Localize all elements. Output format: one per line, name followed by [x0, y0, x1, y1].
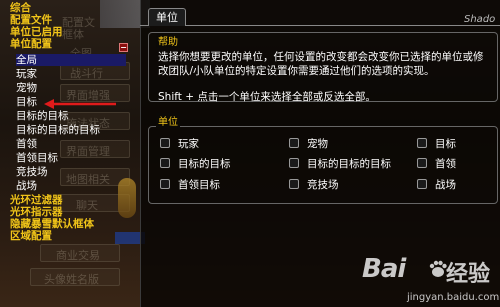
unit-option-pet[interactable]: 宠物: [289, 137, 328, 150]
paw-icon: [429, 260, 447, 277]
checkbox[interactable]: [417, 158, 427, 168]
checkbox[interactable]: [289, 179, 299, 189]
tree-item-target-of-target-of-target[interactable]: 目标的目标的目标: [16, 124, 100, 136]
config-tree: 综合 配置文件 单位已启用 单位配置 − 全局 玩家 宠物 目标 目标的目标 目…: [0, 0, 134, 250]
option-label: 目标: [435, 137, 456, 150]
tree-item-target[interactable]: 目标: [16, 96, 37, 108]
tree-item-battleground[interactable]: 战场: [16, 180, 37, 192]
tree-item-boss-target[interactable]: 首领目标: [16, 152, 58, 164]
tree-category-general[interactable]: 综合: [10, 2, 31, 14]
tree-item-target-of-target[interactable]: 目标的目标: [16, 110, 69, 122]
checkbox[interactable]: [160, 179, 170, 189]
option-label: 首领目标: [178, 178, 220, 191]
shift-hint: Shift + 点击一个单位来选择全部或反选全部。: [158, 91, 376, 103]
tree-category-profiles[interactable]: 配置文件: [10, 14, 52, 26]
option-label: 战场: [435, 178, 456, 191]
tree-category-units-enabled[interactable]: 单位已启用: [10, 26, 63, 38]
checkbox[interactable]: [160, 158, 170, 168]
checkbox[interactable]: [289, 138, 299, 148]
unit-option-arena[interactable]: 竞技场: [289, 178, 339, 191]
tree-category-zone-config[interactable]: 区域配置: [10, 230, 52, 242]
checkbox[interactable]: [289, 158, 299, 168]
option-label: 玩家: [178, 137, 199, 150]
tab-units[interactable]: 单位: [148, 8, 186, 26]
watermark-logo: Bai: [362, 254, 406, 284]
tree-item-global[interactable]: 全局: [16, 54, 126, 66]
corner-label: Shado: [464, 14, 496, 25]
tree-item-boss[interactable]: 首领: [16, 138, 37, 150]
option-label: 首领: [435, 157, 456, 170]
tree-category-aura-filters[interactable]: 光环过滤器: [10, 194, 63, 206]
help-title: 帮助: [156, 33, 180, 48]
option-label: 目标的目标的目标: [307, 157, 391, 170]
unit-option-target[interactable]: 目标: [417, 137, 456, 150]
tree-item-pet[interactable]: 宠物: [16, 82, 37, 94]
option-label: 竞技场: [307, 178, 339, 191]
checkbox[interactable]: [417, 138, 427, 148]
unit-option-battleground[interactable]: 战场: [417, 178, 456, 191]
tree-category-aura-indicators[interactable]: 光环指示器: [10, 206, 63, 218]
unit-option-target-of-target-of-target[interactable]: 目标的目标的目标: [289, 157, 391, 170]
checkbox[interactable]: [417, 179, 427, 189]
tree-item-arena[interactable]: 竞技场: [16, 166, 48, 178]
units-group-title: 单位: [156, 113, 180, 128]
option-label: 目标的目标: [178, 157, 231, 170]
collapse-icon[interactable]: −: [119, 43, 128, 52]
tab-strip: [140, 25, 500, 26]
baidu-watermark: Bai 经验 jingyan.baidu.com: [362, 254, 500, 307]
watermark-suffix: 经验: [446, 262, 491, 287]
help-text: 选择你想要更改的单位，任何设置的改变都会改变你已选择的单位或修改团队/小队单位的…: [158, 51, 484, 77]
tree-category-unit-config[interactable]: 单位配置: [10, 38, 52, 50]
tree-item-player[interactable]: 玩家: [16, 68, 37, 80]
unit-option-target-of-target[interactable]: 目标的目标: [160, 157, 231, 170]
watermark-url: jingyan.baidu.com: [407, 292, 500, 303]
option-label: 宠物: [307, 137, 328, 150]
unit-option-boss-target[interactable]: 首领目标: [160, 178, 220, 191]
unit-option-player[interactable]: 玩家: [160, 137, 199, 150]
checkbox[interactable]: [160, 138, 170, 148]
background-label: 头像姓名版: [44, 273, 99, 286]
unit-option-boss[interactable]: 首领: [417, 157, 456, 170]
annotation-arrow-icon: [44, 99, 116, 109]
tree-category-hide-blizzard-frames[interactable]: 隐藏暴雪默认框体: [10, 218, 94, 230]
